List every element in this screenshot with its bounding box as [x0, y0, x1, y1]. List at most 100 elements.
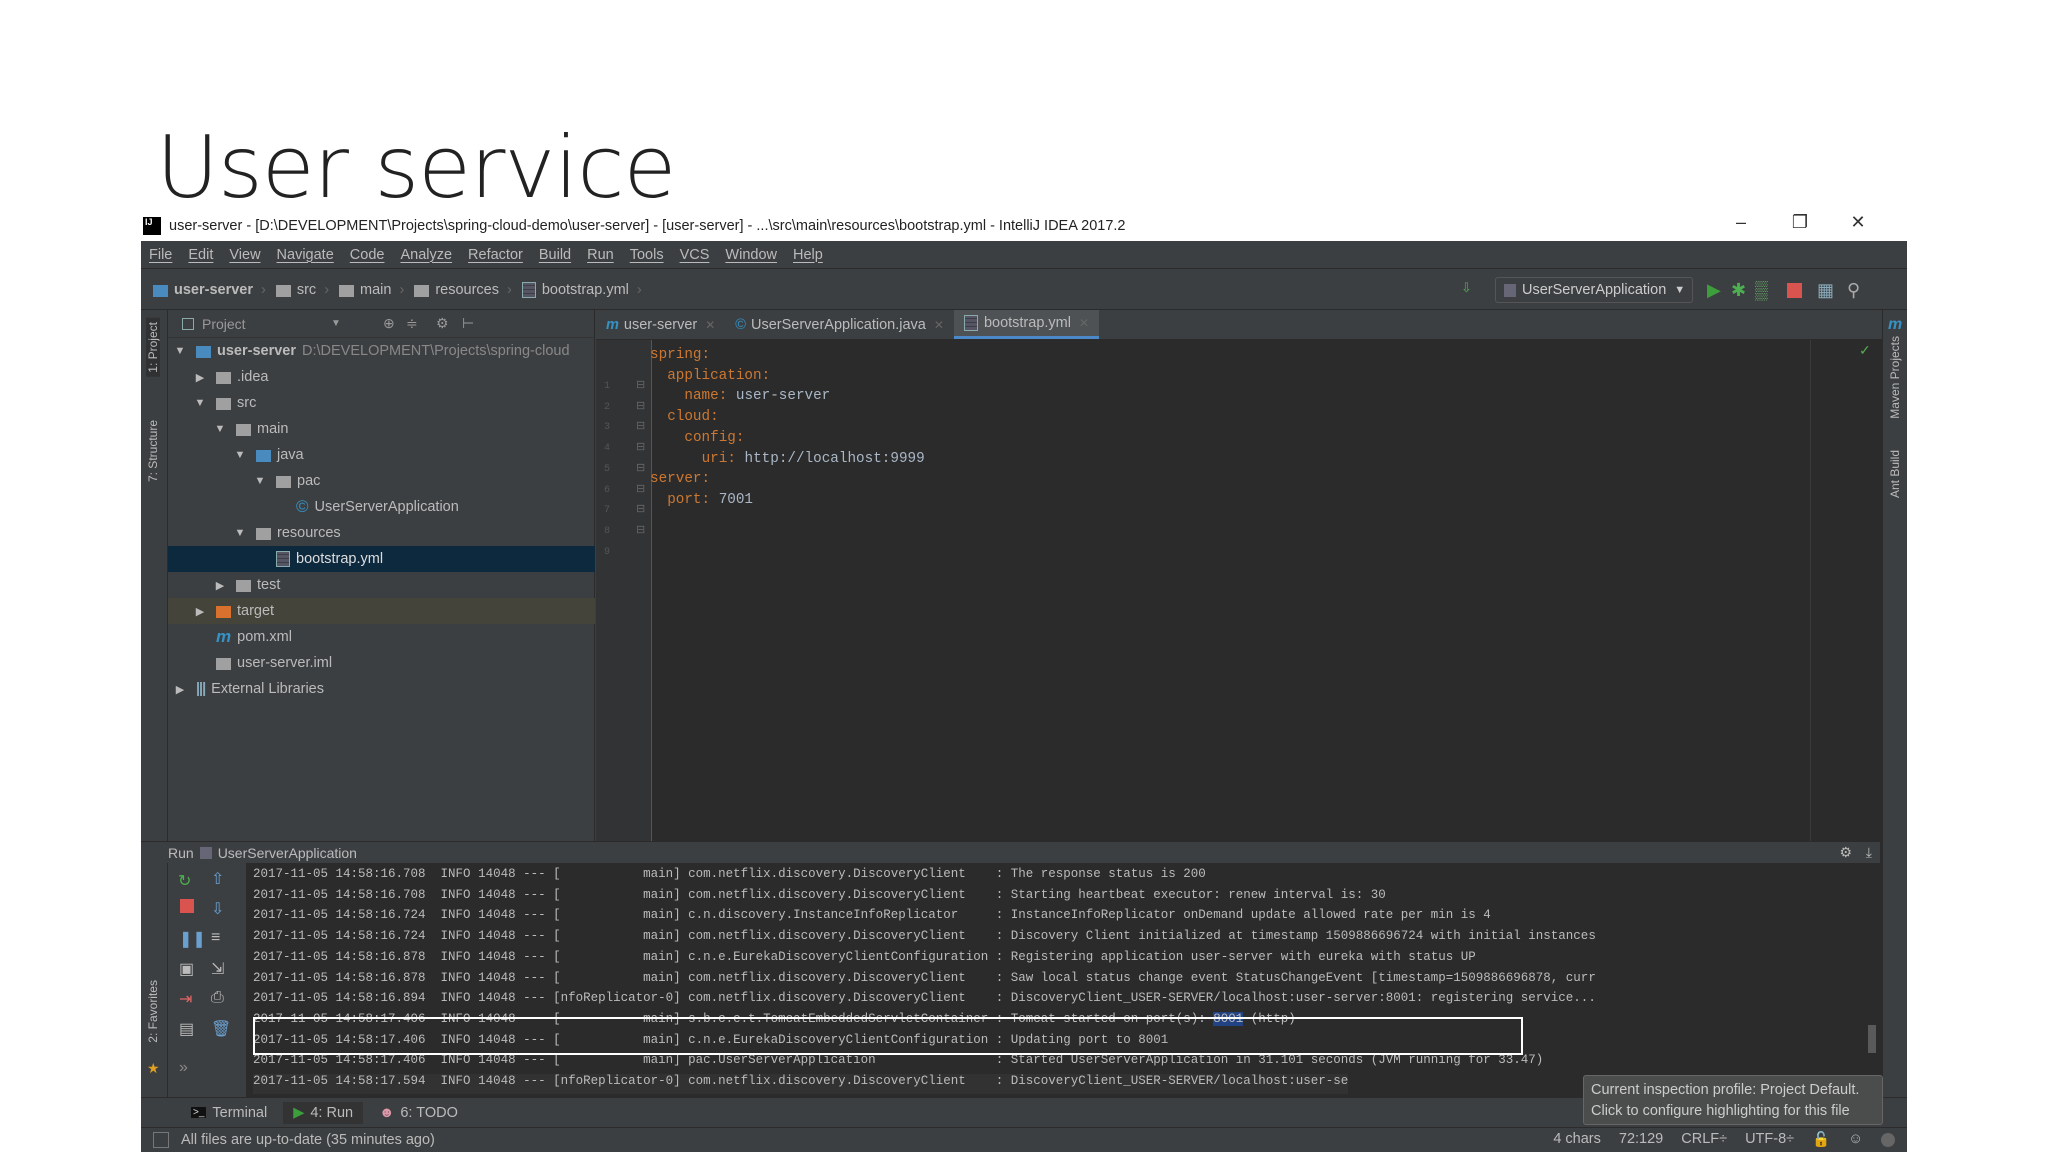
tree-item[interactable]: ▶ target	[168, 598, 595, 624]
menu-code[interactable]: Code	[350, 247, 385, 263]
editor-tab[interactable]: bootstrap.yml ✕	[953, 310, 1100, 339]
tree-item[interactable]: m pom.xml	[168, 624, 595, 650]
expand-right-icon[interactable]: ▶	[192, 605, 208, 618]
favorites-tool-tab[interactable]: 2: Favorites	[146, 980, 160, 1043]
menu-edit[interactable]: Edit	[188, 247, 213, 263]
memory-indicator-icon[interactable]	[1881, 1133, 1895, 1147]
fold-marker-icon[interactable]: ⊟	[636, 378, 645, 391]
menu-file[interactable]: File	[149, 247, 172, 263]
expand-down-icon[interactable]: ▼	[232, 449, 248, 461]
tree-item[interactable]: ▼ user-server D:\DEVELOPMENT\Projects\spri…	[168, 338, 595, 364]
menu-window[interactable]: Window	[725, 247, 777, 263]
expand-down-icon[interactable]: ▼	[192, 397, 208, 409]
tree-item[interactable]: ▼ src	[168, 390, 595, 416]
tree-item[interactable]: © UserServerApplication	[168, 494, 595, 520]
fold-marker-icon[interactable]: ⊟	[636, 502, 645, 515]
fold-marker-icon[interactable]: ⊟	[636, 399, 645, 412]
expand-right-icon[interactable]: ▶	[212, 579, 228, 592]
run-config-select[interactable]: UserServerApplication ▼	[1495, 277, 1693, 303]
minimize-button[interactable]: –	[1726, 212, 1756, 233]
lock-icon[interactable]: 🔓	[1812, 1131, 1830, 1148]
console-output[interactable]: 2017-11-05 14:58:16.708 INFO 14048 --- […	[246, 863, 1882, 1097]
inspector-icon[interactable]: ☺	[1848, 1131, 1863, 1148]
breadcrumb-item[interactable]: main ›	[339, 282, 404, 298]
line-separator[interactable]: CRLF÷	[1681, 1131, 1727, 1148]
dump-threads-icon[interactable]: ▣	[179, 959, 194, 979]
close-tab-icon[interactable]: ✕	[705, 318, 715, 332]
menu-vcs[interactable]: VCS	[680, 247, 710, 263]
print-icon[interactable]: ⎙	[211, 989, 224, 1007]
run-icon[interactable]: ▶	[1707, 280, 1721, 301]
hide-icon[interactable]: ⊢	[462, 315, 474, 332]
editor-tab[interactable]: © UserServerApplication.java ✕	[725, 310, 954, 339]
project-tool-tab[interactable]: 1: Project	[146, 318, 160, 377]
up-arrow-icon[interactable]: ⇧	[211, 869, 224, 889]
tool-tab-terminal[interactable]: >_ Terminal	[181, 1102, 277, 1124]
tree-item[interactable]: ▶ .idea	[168, 364, 595, 390]
expand-down-icon[interactable]: ▼	[232, 527, 248, 539]
close-tab-icon[interactable]: ✕	[1079, 316, 1089, 330]
project-structure-icon[interactable]: ▦	[1817, 280, 1834, 301]
scroll-end-icon[interactable]: ⇲	[211, 959, 224, 979]
tool-tab-todo[interactable]: ☻ 6: TODO	[369, 1102, 468, 1124]
soft-wrap-icon[interactable]: ≡	[211, 929, 220, 947]
restore-button[interactable]: ❐	[1785, 212, 1815, 233]
fold-marker-icon[interactable]: ⊟	[636, 461, 645, 474]
expand-down-icon[interactable]: ▼	[212, 423, 228, 435]
ant-build-tab[interactable]: Ant Build	[1888, 450, 1902, 498]
tree-item[interactable]: ▼ main	[168, 416, 595, 442]
project-view-label[interactable]: Project	[202, 316, 246, 332]
structure-tool-tab[interactable]: 7: Structure	[146, 420, 160, 482]
hide-panel-icon[interactable]: ⤓	[1866, 844, 1872, 861]
gear-icon[interactable]: ⚙	[1839, 844, 1852, 861]
tree-item[interactable]: ▶ ||| External Libraries	[168, 676, 595, 702]
menu-refactor[interactable]: Refactor	[468, 247, 523, 263]
breadcrumb-item[interactable]: src ›	[275, 282, 329, 298]
menu-run[interactable]: Run	[587, 247, 614, 263]
breadcrumb-item[interactable]: bootstrap.yml ›	[521, 281, 642, 298]
tree-item[interactable]: user-server.iml	[168, 650, 595, 676]
menu-tools[interactable]: Tools	[630, 247, 664, 263]
expand-right-icon[interactable]: ▶	[192, 371, 208, 384]
tree-item[interactable]: ▼ resources	[168, 520, 595, 546]
fold-marker-icon[interactable]: ⊟	[636, 482, 645, 495]
rerun-icon[interactable]: ↻	[178, 871, 191, 891]
close-button[interactable]: ✕	[1843, 212, 1873, 233]
collapse-icon[interactable]: ≑	[406, 315, 418, 332]
debug-icon[interactable]: ✱	[1731, 280, 1746, 301]
chevron-down-icon[interactable]: ▼	[331, 318, 341, 329]
tree-item[interactable]: ▶ test	[168, 572, 595, 598]
locate-icon[interactable]: ⊕	[383, 315, 395, 332]
down-arrow-icon[interactable]: ⇩	[211, 899, 224, 919]
caret-position[interactable]: 72:129	[1619, 1131, 1663, 1148]
coverage-icon[interactable]: ▒	[1755, 280, 1768, 301]
build-icon[interactable]: ⇩	[1461, 280, 1472, 296]
pause-icon[interactable]: ❚❚	[179, 929, 206, 949]
menu-view[interactable]: View	[229, 247, 260, 263]
fold-marker-icon[interactable]: ⊟	[636, 440, 645, 453]
tool-windows-toggle-icon[interactable]	[153, 1132, 169, 1148]
encoding[interactable]: UTF-8÷	[1745, 1131, 1794, 1148]
tool-tab-run[interactable]: ▶ 4: Run	[283, 1101, 364, 1124]
more-icon[interactable]: »	[179, 1059, 188, 1077]
tree-item[interactable]: ▼ pac	[168, 468, 595, 494]
tree-item[interactable]: bootstrap.yml	[168, 546, 595, 572]
console-scrollbar[interactable]	[1868, 1025, 1876, 1053]
editor-tab[interactable]: m user-server ✕	[596, 310, 725, 339]
maven-projects-tab[interactable]: Maven Projects	[1888, 336, 1902, 419]
restore-layout-icon[interactable]: ▤	[179, 1019, 194, 1039]
trash-icon[interactable]: 🗑	[211, 1019, 231, 1039]
breadcrumb-item[interactable]: resources ›	[414, 282, 512, 298]
menu-analyze[interactable]: Analyze	[400, 247, 452, 263]
search-icon[interactable]: ⚲	[1847, 280, 1860, 301]
close-tab-icon[interactable]: ✕	[934, 318, 944, 332]
stop-icon[interactable]	[1787, 283, 1802, 298]
expand-down-icon[interactable]: ▼	[252, 475, 268, 487]
fold-marker-icon[interactable]: ⊟	[636, 419, 645, 432]
gear-icon[interactable]: ⚙	[436, 315, 449, 332]
fold-marker-icon[interactable]: ⊟	[636, 523, 645, 536]
breadcrumb-item[interactable]: user-server ›	[153, 282, 266, 298]
menu-navigate[interactable]: Navigate	[277, 247, 334, 263]
exit-icon[interactable]: ⇥	[179, 989, 192, 1009]
menu-help[interactable]: Help	[793, 247, 823, 263]
